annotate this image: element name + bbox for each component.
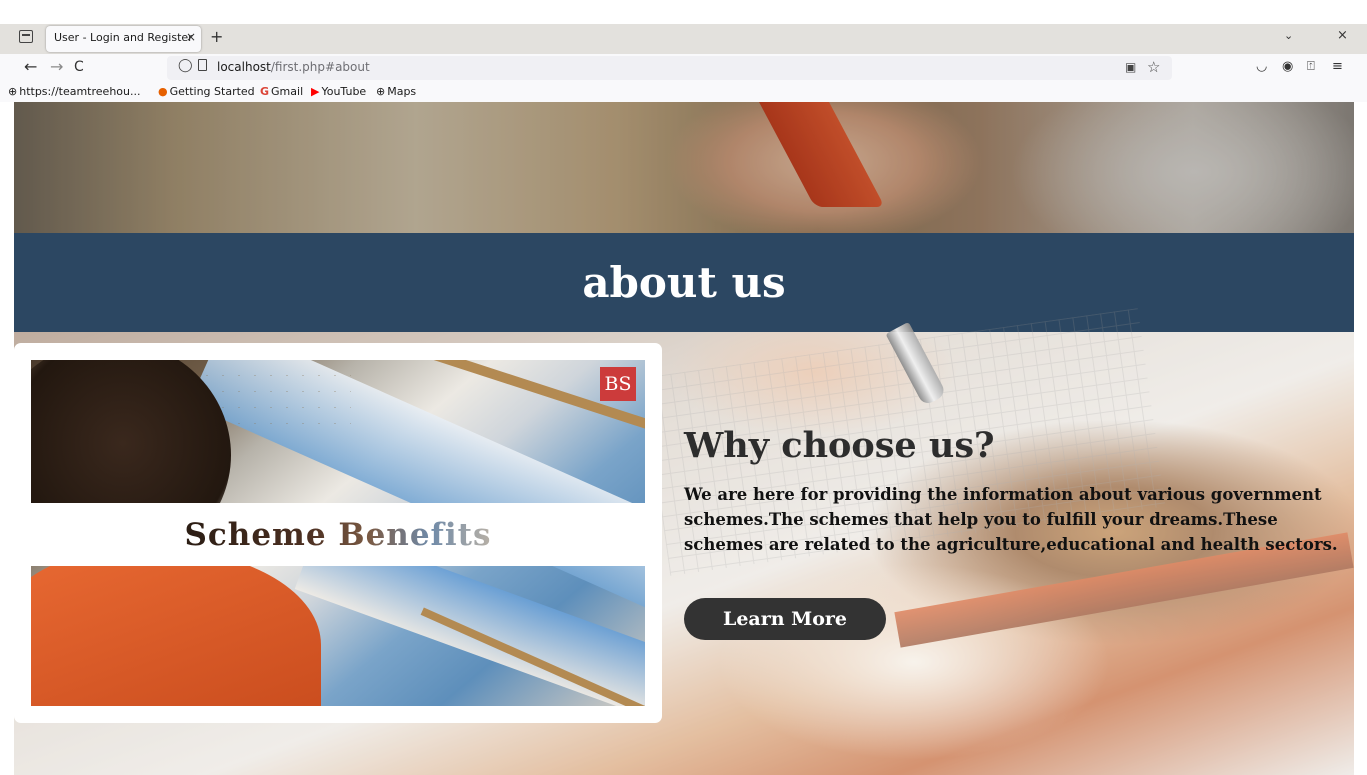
about-banner: about us xyxy=(14,233,1354,332)
image-title: Scheme Benefits xyxy=(184,516,492,553)
bookmark-youtube[interactable]: ▶ YouTube xyxy=(311,85,366,98)
account-icon[interactable]: ◉ xyxy=(1282,59,1293,74)
url-path: /first.php#about xyxy=(270,60,370,74)
bookmark-label: https://teamtreehou... xyxy=(19,85,141,98)
bookmarks-toolbar: ⊕ https://teamtreehou... ● Getting Started… xyxy=(0,82,1367,102)
forward-button[interactable]: → xyxy=(50,57,63,77)
globe-icon: ⊕ xyxy=(376,85,386,98)
shield-icon[interactable]: ◯ xyxy=(178,58,193,73)
page-icon xyxy=(198,59,207,71)
bookmark-star-icon[interactable]: ☆ xyxy=(1147,58,1160,76)
scheme-benefits-image: BS Scheme Benefits xyxy=(31,360,645,706)
bookmark-label: Getting Started xyxy=(169,85,255,98)
url-host: localhost xyxy=(217,60,271,74)
window-top-strip xyxy=(0,0,1367,24)
tab-list-icon[interactable] xyxy=(19,30,33,43)
menu-icon[interactable]: ≡ xyxy=(1332,59,1343,74)
about-title: about us xyxy=(582,258,786,307)
web-page: about us BS Scheme Benefits Why choose u… xyxy=(14,102,1354,775)
back-button[interactable]: ← xyxy=(24,57,37,77)
why-choose-us-text: We are here for providing the informatio… xyxy=(684,485,1338,554)
google-icon: G xyxy=(260,85,270,98)
tab-active[interactable]: User - Login and Register × xyxy=(46,26,201,52)
image-title-strip: Scheme Benefits xyxy=(31,503,645,566)
bookmark-label: Gmail xyxy=(271,85,304,98)
address-bar[interactable]: ◯ localhost/first.php#about ▣ ☆ xyxy=(167,56,1172,80)
window-close-button[interactable]: × xyxy=(1337,28,1348,43)
new-tab-button[interactable]: + xyxy=(210,28,223,46)
pocket-icon[interactable]: ◡ xyxy=(1256,59,1267,74)
bookmark-label: YouTube xyxy=(321,85,367,98)
tab-close-icon[interactable]: × xyxy=(186,30,196,44)
bookmark-getting-started[interactable]: ● Getting Started xyxy=(158,85,255,98)
image-card: BS Scheme Benefits xyxy=(14,343,662,723)
reader-view-icon[interactable]: ▣ xyxy=(1125,60,1136,74)
bookmark-label: Maps xyxy=(387,85,417,98)
youtube-icon: ▶ xyxy=(311,85,320,98)
photo-sari xyxy=(31,550,321,706)
bookmark-gmail[interactable]: G Gmail xyxy=(260,85,303,98)
hero-overlay xyxy=(14,102,1354,234)
tab-bar: User - Login and Register × + ⌄ × xyxy=(0,24,1367,54)
chevron-down-icon[interactable]: ⌄ xyxy=(1284,29,1293,42)
bs-logo: BS xyxy=(600,367,636,401)
bookmark-teamtreehouse[interactable]: ⊕ https://teamtreehou... xyxy=(8,85,140,98)
reload-button[interactable]: C xyxy=(74,57,84,77)
extensions-icon[interactable]: ⍐ xyxy=(1307,59,1315,74)
url-text[interactable]: localhost/first.php#about xyxy=(217,60,370,74)
learn-more-button[interactable]: Learn More xyxy=(684,598,886,640)
why-choose-us-heading: Why choose us? xyxy=(684,425,995,466)
globe-icon: ⊕ xyxy=(8,85,18,98)
navigation-toolbar: ← → C ◯ localhost/first.php#about ▣ ☆ ◡ … xyxy=(0,54,1367,82)
bookmark-maps[interactable]: ⊕ Maps xyxy=(376,85,416,98)
tab-title: User - Login and Register xyxy=(54,31,193,44)
firefox-icon: ● xyxy=(158,85,168,98)
